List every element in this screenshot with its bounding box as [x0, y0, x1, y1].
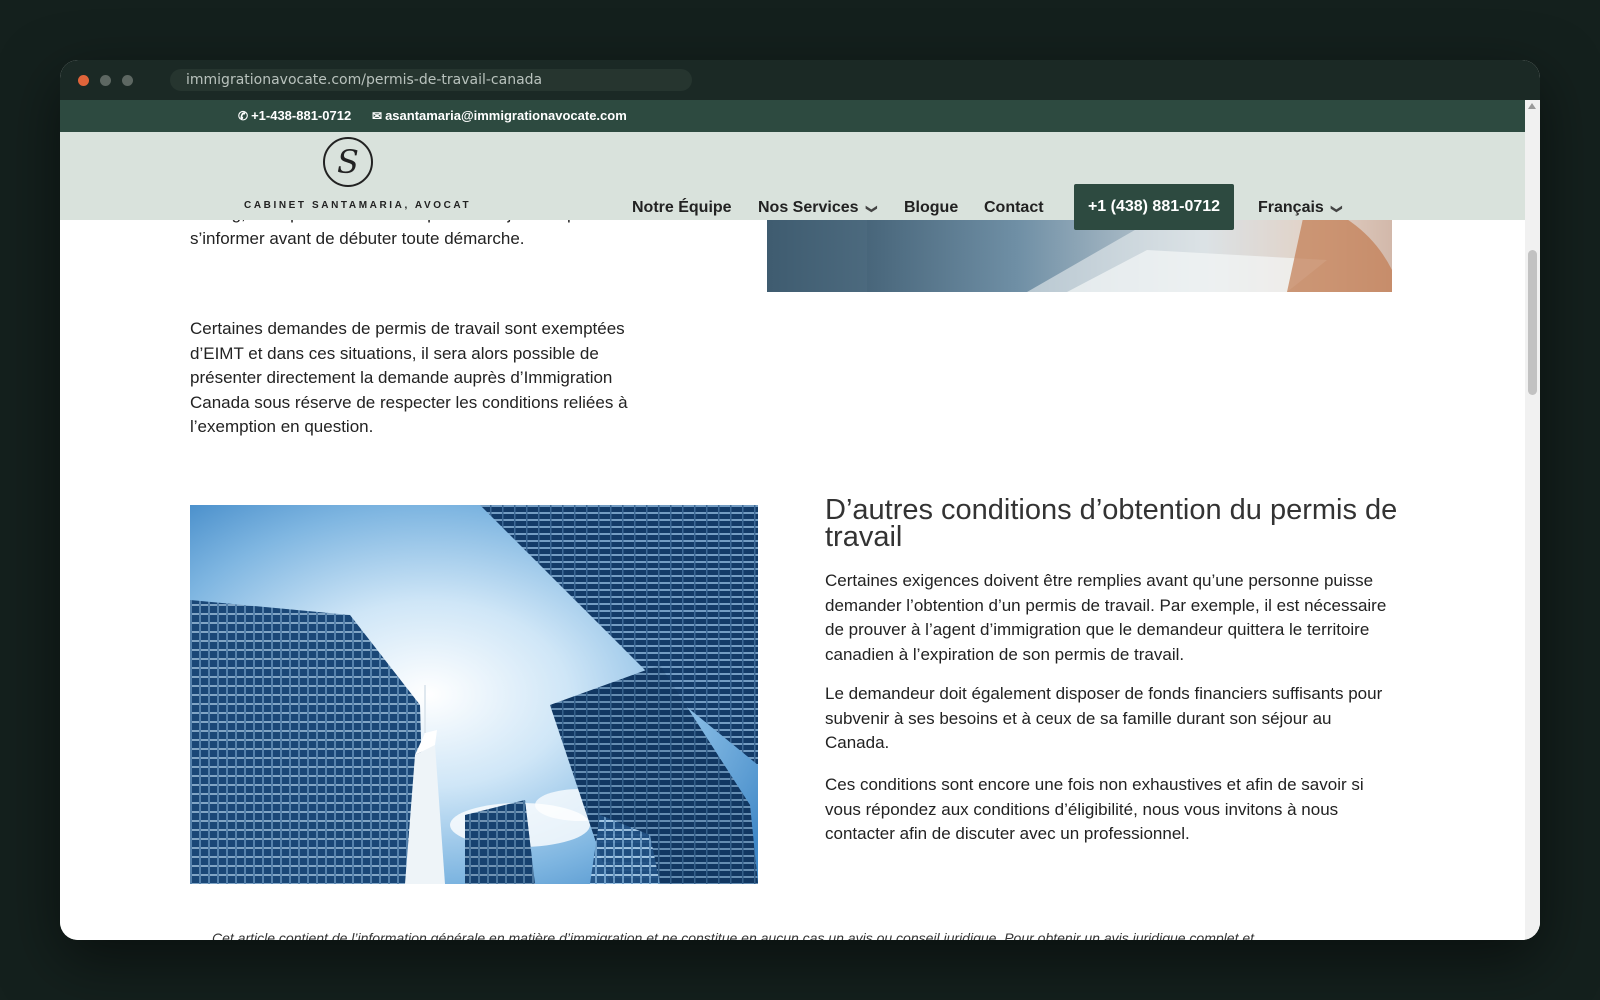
funds-paragraph: Le demandeur doit également disposer de …	[825, 684, 1383, 752]
maximize-window-button[interactable]	[122, 75, 133, 86]
call-phone-button[interactable]: +1 (438) 881-0712	[1074, 184, 1234, 230]
scroll-up-arrow-icon[interactable]	[1528, 103, 1536, 109]
phone-icon: ✆	[238, 109, 249, 123]
chevron-down-icon: ❯	[1330, 204, 1343, 214]
exemption-paragraph: Certaines demandes de permis de travail …	[190, 319, 628, 436]
logo-monogram[interactable]: S	[323, 137, 373, 187]
page-scrollbar[interactable]	[1525, 100, 1540, 940]
logo-monogram-letter: S	[337, 143, 359, 181]
topbar-phone-link[interactable]: ✆ +1-438-881-0712	[238, 108, 351, 123]
nav-nos-services-label: Nos Services	[758, 199, 859, 216]
browser-window: immigrationavocate.com/permis-de-travail…	[60, 60, 1540, 940]
scrollbar-thumb[interactable]	[1528, 250, 1537, 395]
nav-notre-equipe[interactable]: Notre Équipe	[632, 198, 732, 218]
skyscrapers-photo	[190, 505, 758, 884]
disclaimer-text: Cet article contient de l’information gé…	[212, 930, 1255, 940]
logo-wordmark[interactable]: CABINET SANTAMARIA, AVOCAT	[244, 200, 471, 211]
nav-notre-equipe-label: Notre Équipe	[632, 199, 732, 216]
page-viewport: et long, c’est pour cette raison qu’il e…	[60, 100, 1540, 940]
requirements-paragraph: Certaines exigences doivent être remplie…	[825, 571, 1387, 664]
language-selector[interactable]: Français ❯	[1258, 198, 1342, 219]
topbar-email-link[interactable]: ✉ asantamaria@immigrationavocate.com	[372, 108, 627, 123]
nav-blogue-label: Blogue	[904, 199, 959, 216]
section-heading: D’autres conditions d’obtention du permi…	[825, 494, 1398, 553]
topbar-email-text: asantamaria@immigrationavocate.com	[385, 108, 627, 123]
skyscrapers-graphic	[190, 505, 758, 884]
nav-nos-services[interactable]: Nos Services ❯	[758, 198, 877, 219]
minimize-window-button[interactable]	[100, 75, 111, 86]
nav-contact-label: Contact	[984, 199, 1044, 216]
nav-blogue[interactable]: Blogue	[904, 198, 958, 218]
nav-contact[interactable]: Contact	[984, 198, 1044, 218]
contact-invite-paragraph: Ces conditions sont encore une fois non …	[825, 775, 1364, 843]
language-label: Français	[1258, 199, 1324, 216]
topbar-phone-text: +1-438-881-0712	[251, 108, 352, 123]
chevron-down-icon: ❯	[865, 204, 878, 214]
address-bar[interactable]: immigrationavocate.com/permis-de-travail…	[170, 69, 692, 91]
close-window-button[interactable]	[78, 75, 89, 86]
contact-topbar: ✆ +1-438-881-0712 ✉ asantamaria@immigratio…	[60, 100, 1525, 132]
browser-titlebar: immigrationavocate.com/permis-de-travail…	[60, 60, 1540, 100]
mail-icon: ✉	[372, 109, 383, 123]
